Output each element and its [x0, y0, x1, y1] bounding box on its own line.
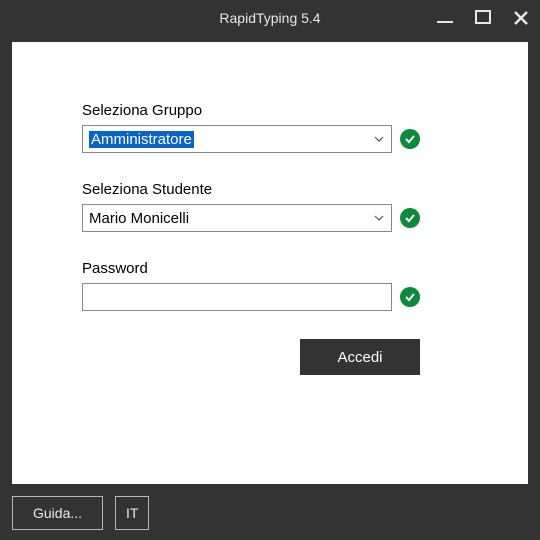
- group-label: Seleziona Gruppo: [82, 102, 442, 119]
- group-field: Seleziona Gruppo Amministratore: [82, 102, 442, 153]
- password-field-block: Password: [82, 260, 442, 311]
- close-icon[interactable]: [510, 7, 532, 29]
- student-label: Seleziona Studente: [82, 181, 442, 198]
- login-button[interactable]: Accedi: [300, 339, 420, 375]
- window-title: RapidTyping 5.4: [219, 10, 320, 26]
- password-label: Password: [82, 260, 442, 277]
- titlebar: RapidTyping 5.4: [0, 0, 540, 36]
- language-button[interactable]: IT: [115, 496, 149, 530]
- chevron-down-icon: [371, 131, 387, 147]
- check-icon: [400, 129, 420, 149]
- check-icon: [400, 208, 420, 228]
- window-controls: [434, 0, 532, 36]
- student-select[interactable]: Mario Monicelli: [82, 204, 392, 232]
- minimize-icon[interactable]: [434, 7, 456, 29]
- group-select[interactable]: Amministratore: [82, 125, 392, 153]
- login-panel: Seleziona Gruppo Amministratore Selezion…: [12, 42, 528, 484]
- student-select-value: Mario Monicelli: [89, 210, 189, 227]
- chevron-down-icon: [371, 210, 387, 226]
- maximize-icon[interactable]: [472, 7, 494, 29]
- student-field: Seleziona Studente Mario Monicelli: [82, 181, 442, 232]
- login-form: Seleziona Gruppo Amministratore Selezion…: [82, 102, 442, 375]
- check-icon: [400, 287, 420, 307]
- help-button[interactable]: Guida...: [12, 496, 103, 530]
- password-field[interactable]: [82, 283, 392, 311]
- footer-bar: Guida... IT: [12, 496, 149, 530]
- group-select-value: Amministratore: [89, 131, 194, 148]
